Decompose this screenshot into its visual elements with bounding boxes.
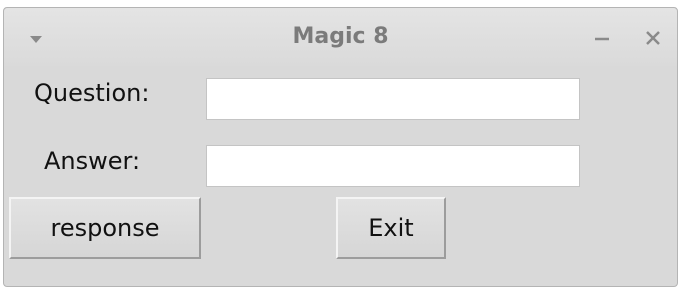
question-label: Question: — [34, 79, 150, 107]
title-bar[interactable]: Magic 8 — [4, 8, 677, 66]
close-icon[interactable] — [641, 26, 665, 50]
exit-button[interactable]: Exit — [336, 197, 446, 259]
dropdown-arrow-icon[interactable] — [28, 30, 44, 43]
minimize-icon[interactable] — [590, 26, 614, 50]
answer-input[interactable] — [206, 145, 580, 187]
answer-label: Answer: — [44, 147, 141, 175]
question-input[interactable] — [206, 78, 580, 120]
magic8-window: Magic 8 Question: Answer: response Exit — [3, 7, 678, 287]
response-button[interactable]: response — [9, 197, 201, 259]
window-title: Magic 8 — [292, 24, 389, 49]
